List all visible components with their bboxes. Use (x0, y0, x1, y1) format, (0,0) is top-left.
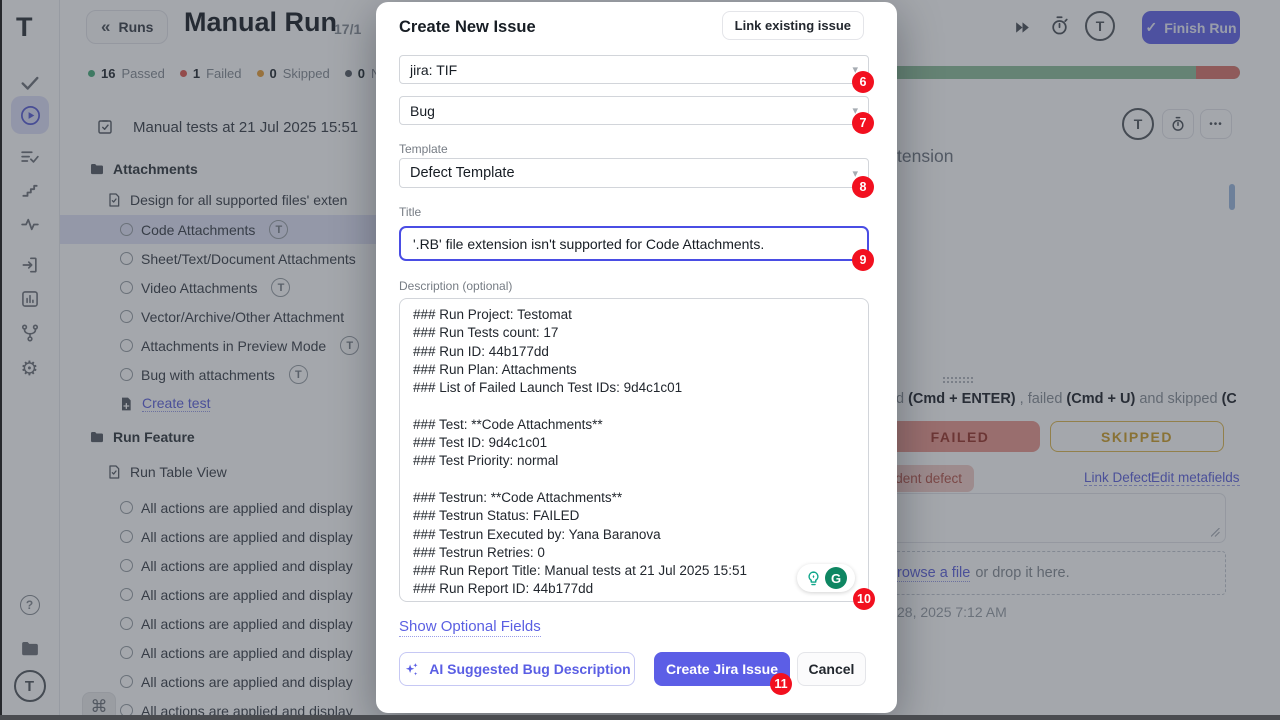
step-badge-9: 9 (852, 249, 874, 271)
cancel-button[interactable]: Cancel (797, 652, 866, 686)
issue-description-textarea[interactable]: ### Run Project: Testomat ### Run Tests … (399, 298, 869, 602)
window-edge-left (0, 0, 2, 720)
modal-title: Create New Issue (399, 18, 536, 37)
suggestion-bulb-icon (805, 570, 822, 587)
title-label: Title (399, 205, 421, 219)
step-badge-11: 11 (770, 673, 792, 695)
sparkles-icon (403, 661, 420, 678)
issue-type-select[interactable]: Bug ▾ (399, 96, 869, 125)
step-badge-10: 10 (853, 588, 875, 610)
ai-suggested-description-button[interactable]: AI Suggested Bug Description (399, 652, 635, 686)
project-select[interactable]: jira: TIF ▾ (399, 55, 869, 84)
step-badge-6: 6 (852, 71, 874, 93)
create-issue-modal: Create New Issue Link existing issue jir… (376, 2, 897, 713)
description-label: Description (optional) (399, 279, 512, 293)
link-existing-issue-button[interactable]: Link existing issue (722, 11, 864, 40)
template-select[interactable]: Defect Template ▾ (399, 158, 869, 188)
step-badge-8: 8 (852, 176, 874, 198)
issue-title-input[interactable] (399, 226, 869, 261)
window-edge-bottom (0, 715, 1280, 720)
step-badge-7: 7 (852, 112, 874, 134)
template-label: Template (399, 142, 448, 156)
show-optional-fields-link[interactable]: Show Optional Fields (399, 618, 541, 637)
grammarly-widget[interactable]: G (797, 564, 855, 592)
grammarly-icon: G (825, 567, 847, 589)
